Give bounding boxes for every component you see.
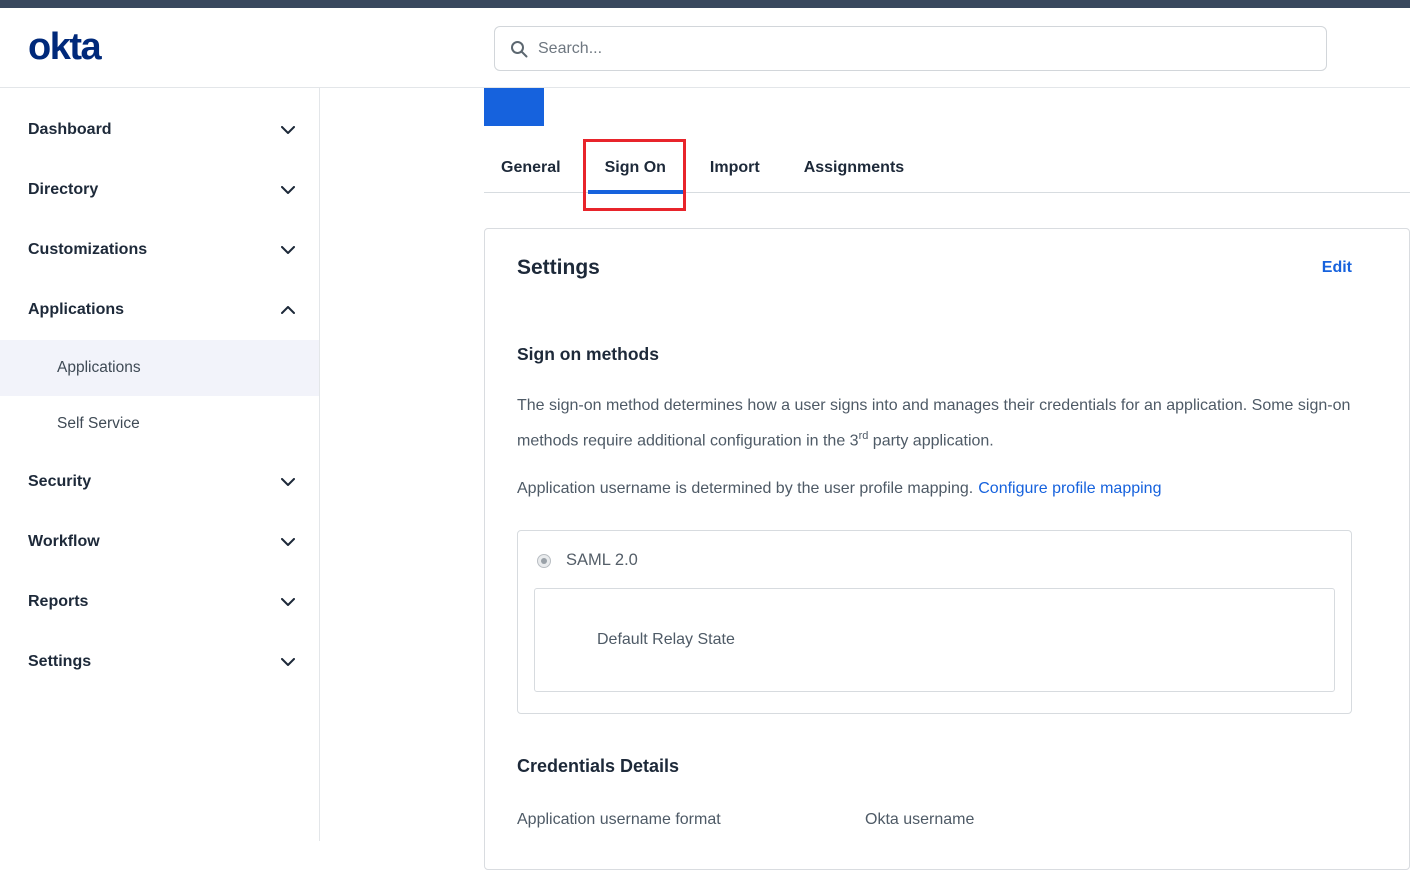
sidebar-item-reports[interactable]: Reports bbox=[0, 572, 319, 632]
sidebar-item-dashboard[interactable]: Dashboard bbox=[0, 100, 319, 160]
search-input[interactable] bbox=[538, 27, 1326, 70]
app-header: okta bbox=[0, 8, 1410, 88]
chevron-down-icon bbox=[281, 538, 295, 546]
app-logo-tile bbox=[484, 88, 544, 126]
sidebar-item-directory[interactable]: Directory bbox=[0, 160, 319, 220]
saml-radio-label: SAML 2.0 bbox=[566, 551, 638, 570]
chevron-down-icon bbox=[281, 598, 295, 606]
chevron-down-icon bbox=[281, 478, 295, 486]
sidebar-subitem-self-service[interactable]: Self Service bbox=[0, 396, 319, 452]
sign-on-methods-heading: Sign on methods bbox=[517, 344, 659, 364]
sidebar: Dashboard Directory Customizations Appli… bbox=[0, 88, 320, 841]
default-relay-state-label: Default Relay State bbox=[597, 631, 735, 649]
chevron-down-icon bbox=[281, 186, 295, 194]
sidebar-item-label: Dashboard bbox=[28, 121, 112, 138]
sidebar-subitem-label: Self Service bbox=[57, 415, 140, 432]
window-top-strip bbox=[0, 0, 1410, 8]
sidebar-item-label: Workflow bbox=[28, 533, 100, 550]
sidebar-subitem-applications[interactable]: Applications bbox=[0, 340, 319, 396]
chevron-down-icon bbox=[281, 246, 295, 254]
profile-mapping-text: Application username is determined by th… bbox=[517, 480, 1162, 498]
application-username-format-value: Okta username bbox=[865, 811, 975, 829]
chevron-up-icon bbox=[281, 306, 295, 314]
sidebar-item-customizations[interactable]: Customizations bbox=[0, 220, 319, 280]
okta-logo[interactable]: okta bbox=[28, 26, 102, 69]
saml-method-panel: SAML 2.0 Default Relay State bbox=[517, 530, 1352, 715]
sign-on-methods-description: The sign-on method determines how a user… bbox=[517, 397, 1351, 450]
sidebar-subitem-label: Applications bbox=[57, 359, 141, 376]
tab-import[interactable]: Import bbox=[693, 145, 777, 193]
search-icon bbox=[510, 40, 528, 58]
sidebar-item-applications[interactable]: Applications bbox=[0, 280, 319, 340]
tab-general[interactable]: General bbox=[484, 145, 578, 193]
default-relay-state-panel: Default Relay State bbox=[534, 588, 1335, 693]
edit-button[interactable]: Edit bbox=[1322, 259, 1352, 277]
tab-assignments[interactable]: Assignments bbox=[787, 145, 921, 193]
search-box[interactable] bbox=[494, 26, 1327, 71]
tab-sign-on[interactable]: Sign On bbox=[582, 139, 686, 211]
sidebar-item-label: Security bbox=[28, 473, 92, 490]
sidebar-item-label: Settings bbox=[28, 653, 92, 670]
configure-profile-mapping-link[interactable]: Configure profile mapping bbox=[978, 480, 1161, 497]
sidebar-item-label: Directory bbox=[28, 181, 99, 198]
sidebar-item-label: Reports bbox=[28, 593, 89, 610]
sidebar-item-settings[interactable]: Settings bbox=[0, 632, 319, 692]
sidebar-item-label: Applications bbox=[28, 301, 125, 318]
credentials-details-heading: Credentials Details bbox=[517, 756, 680, 777]
sidebar-item-label: Customizations bbox=[28, 241, 148, 258]
application-username-format-label: Application username format bbox=[517, 811, 721, 829]
settings-card-title: Settings bbox=[517, 256, 600, 279]
main-content: General Sign On Import Assignments Setti… bbox=[320, 88, 1410, 870]
credentials-row: Application username format Okta usernam… bbox=[517, 811, 1352, 829]
tab-bar: General Sign On Import Assignments bbox=[484, 139, 1410, 211]
sidebar-item-security[interactable]: Security bbox=[0, 452, 319, 512]
chevron-down-icon bbox=[281, 658, 295, 666]
settings-card: Settings Edit Sign on methods The sign-o… bbox=[484, 228, 1410, 870]
saml-radio-button[interactable] bbox=[537, 553, 551, 568]
sidebar-item-workflow[interactable]: Workflow bbox=[0, 512, 319, 572]
chevron-down-icon bbox=[281, 126, 295, 134]
